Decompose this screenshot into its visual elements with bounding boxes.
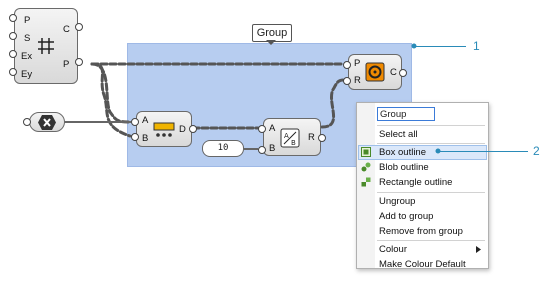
- circle-input-label-p: P: [354, 58, 361, 69]
- point-output-label-d: D: [179, 124, 186, 135]
- error-hexagon-icon: [38, 115, 56, 130]
- point-input-label-a: A: [142, 115, 149, 126]
- point-input-label-b: B: [142, 133, 149, 144]
- callout-1-number: 1: [473, 39, 480, 53]
- parameter-node[interactable]: P S Ex Ey C P: [14, 8, 78, 84]
- input-grip-ey[interactable]: [9, 68, 17, 76]
- circle-icon: [365, 62, 385, 82]
- unset-input-grip[interactable]: [23, 118, 31, 126]
- divide-input-label-b: B: [269, 143, 276, 154]
- circle-node[interactable]: P R C: [348, 54, 402, 90]
- wire-p-to-point-b: [90, 62, 132, 138]
- submenu-arrow-icon: [476, 246, 481, 253]
- group-name-input[interactable]: Group: [377, 107, 435, 121]
- menu-item-box-outline[interactable]: Box outline: [357, 145, 488, 160]
- wire-divide-r-to-circle-r: [320, 78, 346, 129]
- point-input-grip-a[interactable]: [131, 118, 139, 126]
- divide-input-label-a: A: [269, 123, 276, 134]
- input-grip-p[interactable]: [9, 14, 17, 22]
- menu-item-colour[interactable]: Colour: [357, 242, 488, 257]
- input-grip-s[interactable]: [9, 32, 17, 40]
- output-label-c: C: [63, 24, 70, 35]
- output-label-p: P: [63, 59, 70, 70]
- circle-output-grip-c[interactable]: [399, 69, 407, 77]
- number-slider[interactable]: 10: [202, 140, 244, 157]
- circle-input-grip-r[interactable]: [343, 77, 351, 85]
- menu-item-blob-outline[interactable]: Blob outline: [357, 160, 488, 175]
- input-label-ey: Ey: [21, 69, 33, 80]
- output-grip-c[interactable]: [75, 23, 83, 31]
- svg-text:B: B: [291, 139, 296, 147]
- menu-separator: [377, 192, 485, 193]
- point-output-grip-d[interactable]: [189, 125, 197, 133]
- divide-node[interactable]: A B R A B: [263, 118, 321, 156]
- input-label-s: S: [24, 33, 31, 44]
- menu-item-remove-from-group[interactable]: Remove from group: [357, 224, 488, 239]
- menu-item-make-colour-default[interactable]: Make Colour Default: [357, 257, 488, 272]
- menu-separator: [377, 240, 485, 241]
- point-component-icon: [153, 122, 175, 137]
- menu-separator: [377, 143, 485, 144]
- input-label-ex: Ex: [21, 51, 33, 62]
- divide-input-grip-a[interactable]: [258, 125, 266, 133]
- divide-output-label-r: R: [308, 132, 315, 143]
- point-node[interactable]: A B D: [136, 111, 192, 147]
- circle-input-grip-p[interactable]: [343, 61, 351, 69]
- input-grip-ex[interactable]: [9, 50, 17, 58]
- group-context-menu: Group Select all Box outline Blob outlin…: [356, 102, 489, 272]
- menu-item-ungroup[interactable]: Ungroup: [357, 194, 488, 209]
- point-input-grip-b[interactable]: [131, 133, 139, 141]
- wire-p-to-point-a: [90, 62, 132, 124]
- input-label-p: P: [24, 15, 31, 26]
- callout-1-line: [414, 46, 466, 47]
- circle-input-label-r: R: [354, 75, 361, 86]
- divide-icon: A B: [280, 128, 300, 148]
- menu-item-select-all[interactable]: Select all: [357, 127, 488, 142]
- menu-item-add-to-group[interactable]: Add to group: [357, 209, 488, 224]
- menu-separator: [377, 125, 485, 126]
- menu-item-rectangle-outline[interactable]: Rectangle outline: [357, 175, 488, 190]
- output-grip-p[interactable]: [75, 58, 83, 66]
- divide-input-grip-b[interactable]: [258, 146, 266, 154]
- unset-parameter-node[interactable]: [29, 112, 65, 132]
- circle-output-label-c: C: [390, 67, 397, 78]
- grid-icon: [38, 38, 54, 54]
- callout-2-number: 2: [533, 144, 540, 158]
- number-slider-value: 10: [217, 143, 229, 153]
- callout-2-line: [438, 151, 528, 152]
- divide-output-grip-r[interactable]: [318, 134, 326, 142]
- svg-text:A: A: [284, 132, 289, 140]
